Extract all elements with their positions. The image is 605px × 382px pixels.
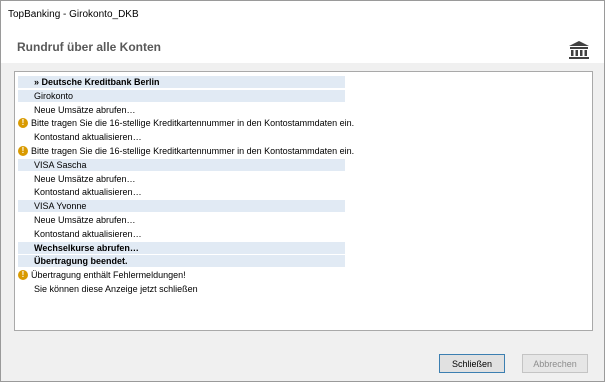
log-row: Sie können diese Anzeige jetzt schließen <box>34 284 198 294</box>
log-row: Neue Umsätze abrufen… <box>34 104 136 115</box>
page-title: Rundruf über alle Konten <box>17 40 161 54</box>
log-row: Kontostand aktualisieren… <box>34 132 142 143</box>
window-title: TopBanking - Girokonto_DKB <box>8 9 139 20</box>
log-section-header: Wechselkurse abrufen… <box>18 241 345 254</box>
log-warning-row: Bitte tragen Sie die 16-stellige Kreditk… <box>31 146 355 156</box>
log-row: Kontostand aktualisieren… <box>34 228 142 239</box>
content-area: » Deutsche Kreditbank Berlin Girokonto Neu… <box>1 63 604 345</box>
log-section-header: » Deutsche Kreditbank Berlin <box>18 76 345 88</box>
log-section-header: Girokonto <box>18 89 345 102</box>
log-section-header: VISA Yvonne <box>18 200 345 213</box>
log-section-header: Übertragung beendet. <box>18 255 345 268</box>
close-button[interactable]: Schließen <box>439 354 505 373</box>
log-row: Neue Umsätze abrufen… <box>34 173 136 184</box>
title-bar[interactable]: TopBanking - Girokonto_DKB <box>1 1 604 27</box>
warning-icon: ! <box>18 118 28 129</box>
warning-icon: ! <box>18 270 28 281</box>
log-row: Kontostand aktualisieren… <box>34 187 142 198</box>
log-row: Neue Umsätze abrufen… <box>34 215 136 225</box>
log-section-header: VISA Sascha <box>18 158 345 171</box>
cancel-button: Abbrechen <box>522 354 588 373</box>
dialog-window: TopBanking - Girokonto_DKB Rundruf über … <box>0 0 605 382</box>
log-warning-row: Bitte tragen Sie die 16-stellige Kreditk… <box>31 118 355 129</box>
transfer-log[interactable]: » Deutsche Kreditbank Berlin Girokonto Neu… <box>14 71 593 331</box>
warning-icon: ! <box>18 146 28 156</box>
bank-icon <box>569 41 589 59</box>
button-bar: Schließen Abbrechen <box>1 345 604 381</box>
log-warning-row: Übertragung enthält Fehlermeldungen! <box>31 270 186 281</box>
